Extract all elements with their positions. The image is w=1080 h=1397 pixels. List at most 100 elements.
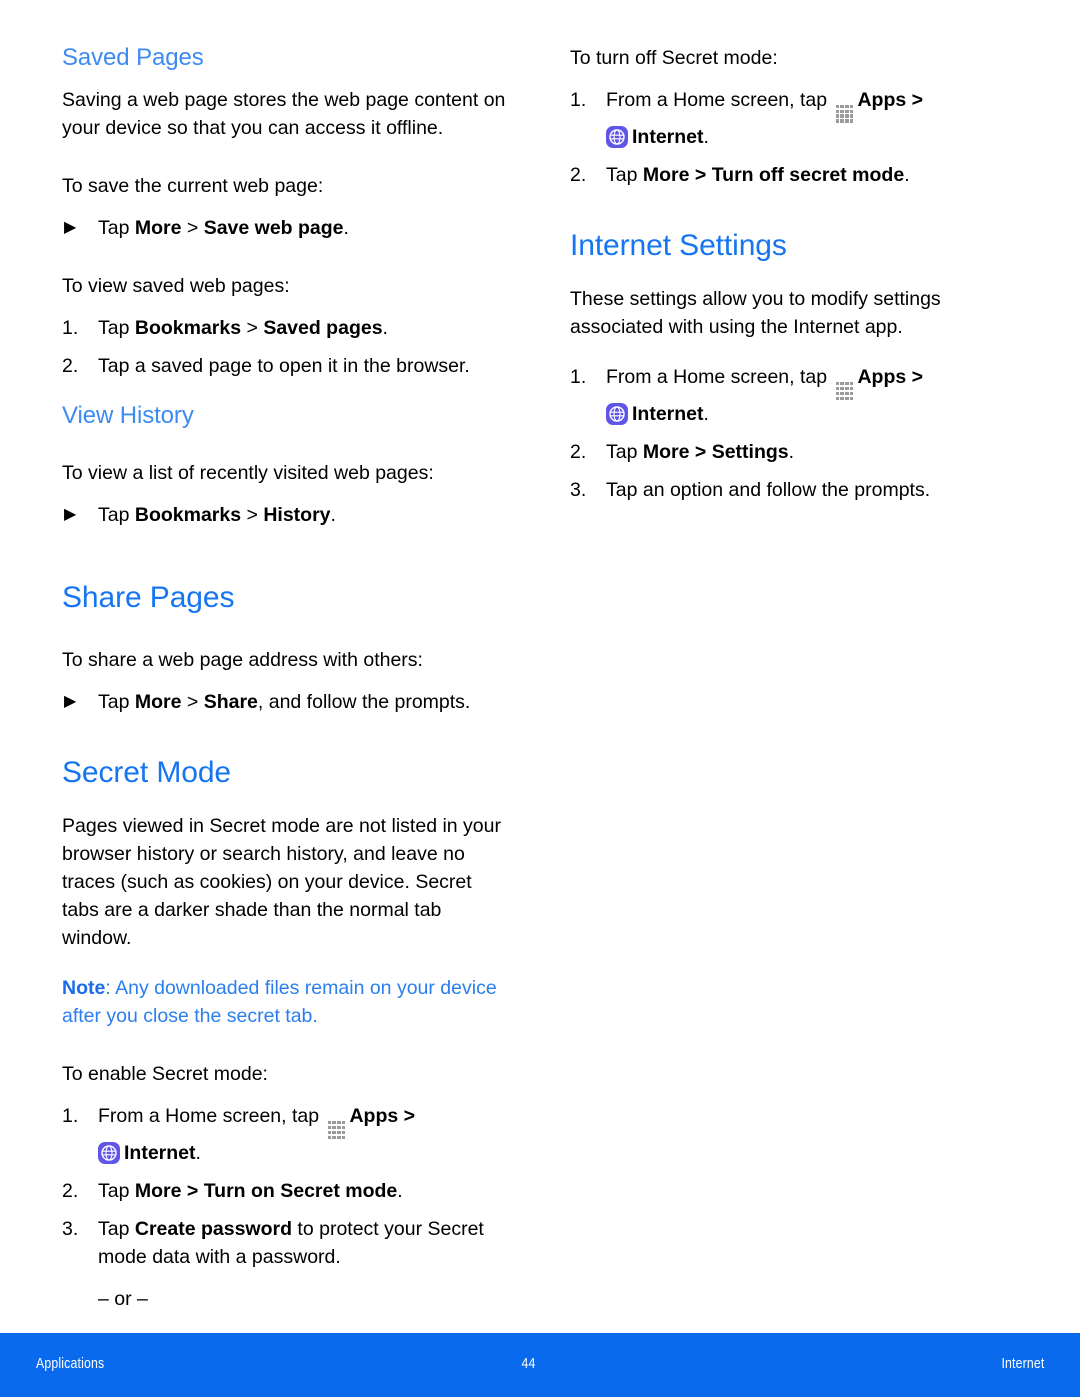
apps-label: Apps — [349, 1105, 399, 1128]
bullet-bold-save-web-page: Save web page — [203, 216, 344, 239]
footer-page-number: 44 — [521, 1355, 536, 1372]
step-text-post: . — [703, 402, 709, 425]
step-text-pre: From a Home screen, tap — [606, 366, 833, 389]
bullet-text-post: . — [343, 216, 349, 239]
internet-globe-icon — [606, 125, 628, 148]
bullet-bold-bookmarks: Bookmarks — [134, 504, 242, 527]
step-text-pre: From a Home screen, tap — [606, 89, 833, 111]
bullet-view-history: ▶ Tap Bookmarks > History. — [62, 501, 510, 529]
internet-label: Internet — [632, 402, 704, 425]
internet-label: Internet — [632, 125, 704, 148]
heading-view-history: View History — [62, 401, 194, 429]
triangle-bullet-icon: ▶ — [64, 506, 77, 524]
step-text-post: . — [904, 163, 910, 186]
step-bold-more: More — [642, 163, 690, 186]
step-number: 1. — [62, 1105, 79, 1128]
secret-mode-note: Note: Any downloaded files remain on you… — [62, 974, 510, 1030]
apps-grid-icon — [327, 1120, 346, 1139]
triangle-bullet-icon: ▶ — [64, 692, 77, 710]
note-body: : Any downloaded files remain on your de… — [62, 977, 497, 1028]
step-text-pre: Tap — [98, 316, 135, 339]
step-text: Tap an option and follow the prompts. — [606, 478, 931, 501]
right-column: To turn off Secret mode: 1. From a Home … — [540, 44, 1080, 1355]
bullet-bold-history: History — [263, 504, 331, 527]
footer-section-label: Applications — [36, 1355, 105, 1372]
list-item: 2. Tap More > Turn off secret mode. — [570, 161, 1030, 189]
footer-topic-label: Internet — [1000, 1355, 1044, 1372]
heading-share-pages: Share Pages — [62, 581, 235, 615]
step-bold-turn-off-secret-mode: Turn off secret mode — [711, 163, 905, 186]
step-text-pre: Tap — [606, 163, 643, 186]
list-item: 2. Tap More > Turn on Secret mode. — [62, 1177, 510, 1205]
apps-label: Apps — [857, 366, 907, 389]
step-number: 2. — [570, 163, 587, 186]
two-column-body: Saved Pages Saving a web page stores the… — [0, 44, 1080, 1355]
saved-pages-steps: 1. Tap Bookmarks > Saved pages. 2. Tap a… — [62, 314, 510, 380]
step-number: 1. — [570, 366, 587, 389]
left-column: Saved Pages Saving a web page stores the… — [0, 44, 540, 1355]
step-number: 3. — [62, 1217, 79, 1240]
list-item: 3. Tap Create password to protect your S… — [62, 1215, 510, 1271]
step-text-post: . — [195, 1141, 201, 1164]
step-bold-more: More — [134, 1179, 182, 1202]
bullet-bold-more: More — [134, 216, 182, 239]
step-number: 2. — [62, 354, 79, 377]
heading-internet-settings: Internet Settings — [570, 228, 787, 262]
triangle-bullet-icon: ▶ — [64, 218, 77, 236]
saved-pages-lead-view: To view saved web pages: — [62, 274, 290, 297]
step-arrow: > — [398, 1105, 416, 1128]
heading-saved-pages: Saved Pages — [62, 44, 204, 71]
step-text-pre: From a Home screen, tap — [98, 1105, 325, 1128]
list-item: 1. From a Home screen, tap Apps > Intern… — [570, 363, 1030, 428]
step-bold-bookmarks: Bookmarks — [134, 316, 242, 339]
saved-pages-lead-save: To save the current web page: — [62, 174, 324, 197]
step-text-pre: Tap — [606, 440, 643, 463]
bullet-text-post: , and follow the prompts. — [257, 690, 471, 713]
bullet-sep: > — [181, 690, 204, 713]
bullet-text-post: . — [330, 504, 336, 527]
bullet-bold-more: More — [134, 690, 182, 713]
internet-label: Internet — [124, 1141, 196, 1164]
step-bold-create-password: Create password — [134, 1217, 293, 1240]
or-divider: – or – — [98, 1287, 148, 1310]
manual-page: Saved Pages Saving a web page stores the… — [0, 0, 1080, 1397]
bullet-share: ▶ Tap More > Share, and follow the promp… — [62, 688, 510, 716]
secret-mode-intro: Pages viewed in Secret mode are not list… — [62, 815, 501, 950]
step-text: Tap a saved page to open it in the brows… — [98, 354, 470, 377]
bullet-text-pre: Tap — [98, 690, 135, 713]
internet-globe-icon — [606, 402, 628, 425]
list-item: 2. Tap a saved page to open it in the br… — [62, 352, 510, 380]
step-arrow: > — [906, 89, 924, 111]
list-item: 3. Tap an option and follow the prompts. — [570, 476, 1030, 504]
step-number: 3. — [570, 478, 587, 501]
saved-pages-intro: Saving a web page stores the web page co… — [62, 88, 506, 139]
apps-grid-icon — [835, 104, 854, 123]
step-sep: > — [689, 440, 712, 463]
internet-settings-intro: These settings allow you to modify setti… — [570, 288, 941, 339]
list-item: 1. From a Home screen, tap Apps > Intern… — [62, 1102, 510, 1167]
bullet-save-web-page: ▶ Tap More > Save web page. — [62, 214, 510, 242]
share-pages-lead: To share a web page address with others: — [62, 648, 423, 671]
step-text-pre: Tap — [98, 1217, 135, 1240]
step-bold-more: More — [642, 440, 690, 463]
list-item: 2. Tap More > Settings. — [570, 438, 1030, 466]
turn-off-secret-steps: 1. From a Home screen, tap Apps > Intern… — [570, 86, 1030, 189]
step-arrow: > — [906, 366, 924, 389]
note-label: Note — [62, 977, 106, 1000]
internet-globe-icon — [98, 1141, 120, 1164]
bullet-bold-share: Share — [203, 690, 258, 713]
bullet-sep: > — [181, 216, 204, 239]
step-bold-turn-on-secret-mode: Turn on Secret mode — [203, 1179, 398, 1202]
step-text-post: . — [703, 125, 709, 148]
step-number: 2. — [62, 1179, 79, 1202]
bullet-sep: > — [241, 504, 264, 527]
secret-mode-lead: To enable Secret mode: — [62, 1063, 268, 1086]
internet-settings-steps: 1. From a Home screen, tap Apps > Intern… — [570, 363, 1030, 504]
list-item: 1. From a Home screen, tap Apps > Intern… — [570, 86, 1030, 151]
step-sep: > — [689, 163, 712, 186]
view-history-lead: To view a list of recently visited web p… — [62, 462, 434, 485]
step-number: 2. — [570, 440, 587, 463]
bullet-text-pre: Tap — [98, 504, 135, 527]
secret-mode-steps: 1. From a Home screen, tap Apps > Intern… — [62, 1102, 510, 1355]
apps-label: Apps — [857, 89, 907, 111]
